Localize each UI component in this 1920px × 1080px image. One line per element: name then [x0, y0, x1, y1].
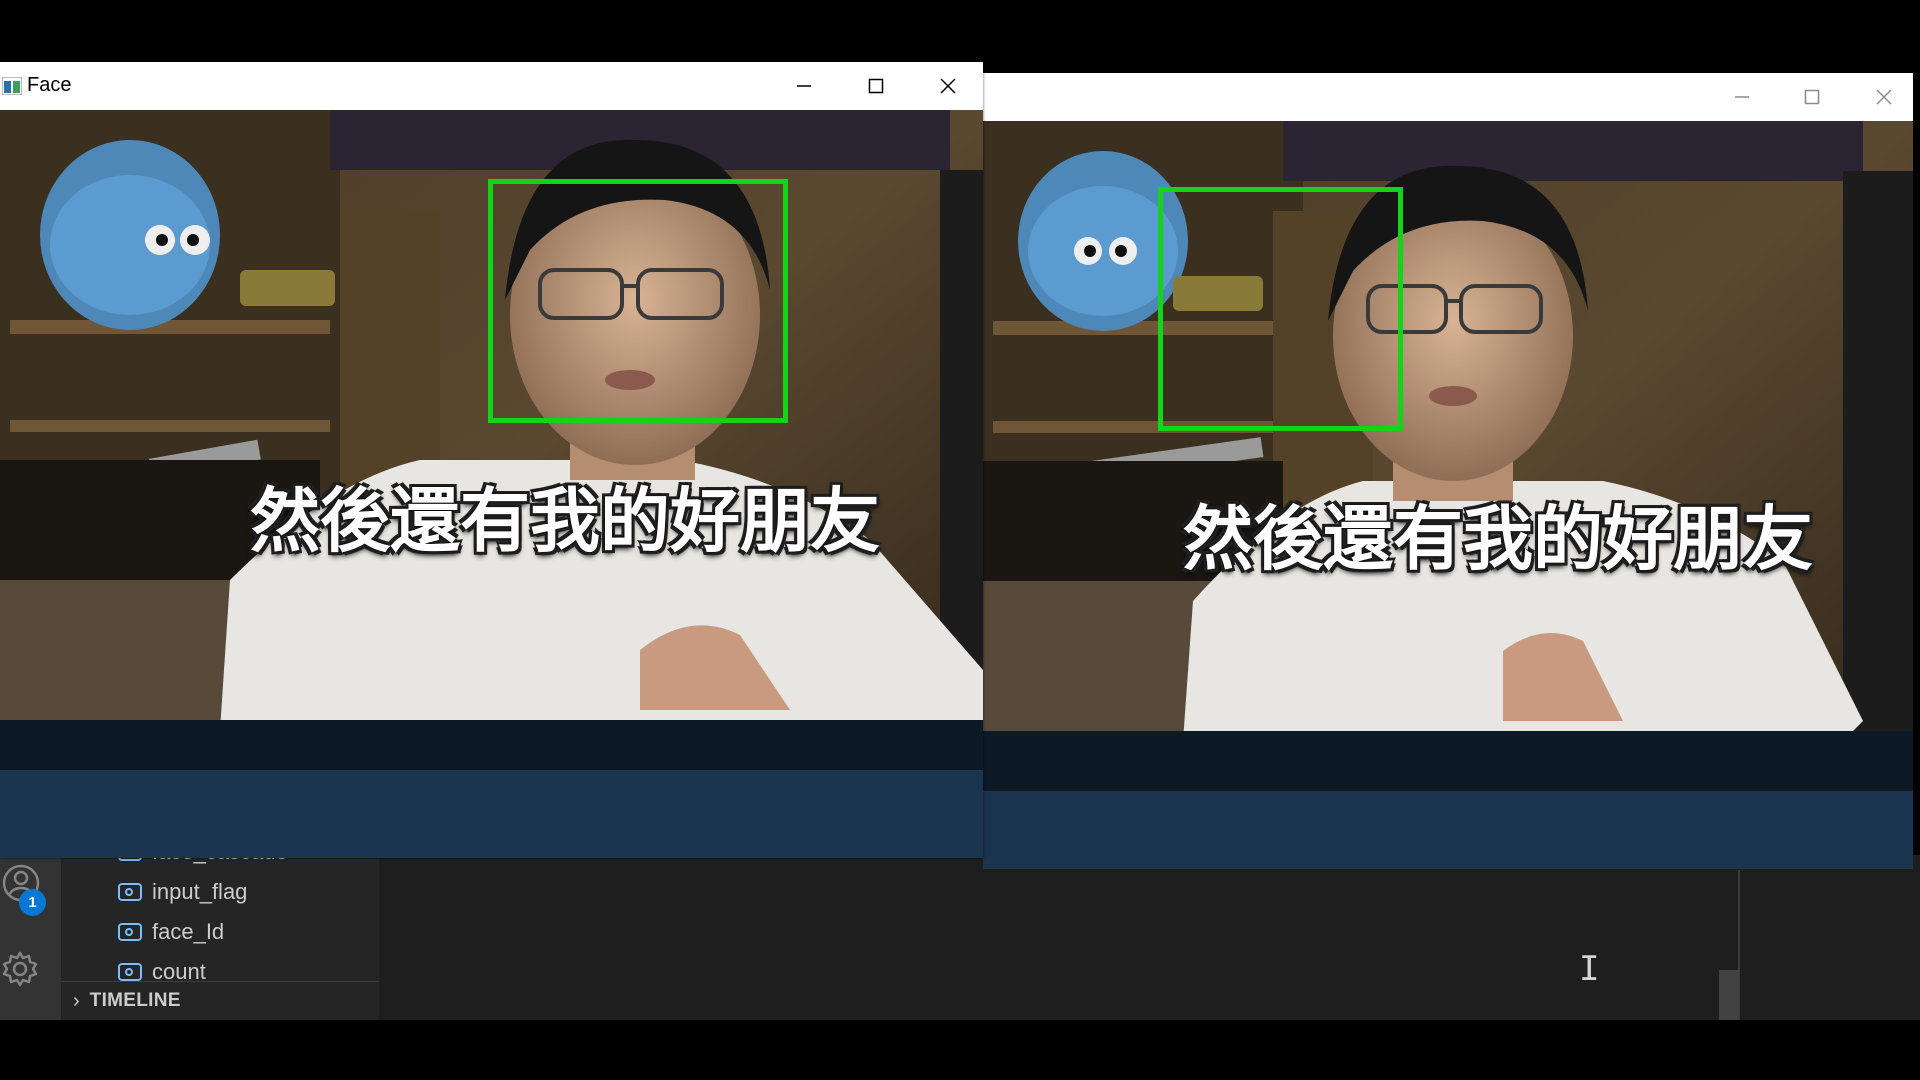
subtitle-container: 然後還有我的好朋友 — [983, 473, 1908, 593]
minimize-icon — [1735, 96, 1749, 98]
editor-area[interactable]: I — [379, 855, 1920, 1020]
outline-item-face-id[interactable]: face_Id — [118, 915, 224, 949]
face-detection-box — [488, 179, 788, 423]
maximize-button[interactable] — [841, 62, 911, 110]
variable-icon — [118, 883, 142, 901]
timeline-title: TIMELINE — [89, 990, 181, 1011]
close-icon — [940, 78, 956, 94]
editor-scrollbar[interactable] — [1719, 970, 1739, 1020]
variable-icon — [118, 963, 142, 981]
close-button[interactable] — [913, 62, 983, 110]
video-subtitle: 然後還有我的好朋友 — [250, 480, 880, 562]
opencv-window-icon — [2, 77, 22, 95]
close-button[interactable] — [1849, 73, 1919, 121]
maximize-icon — [1804, 89, 1820, 105]
close-icon — [1876, 89, 1892, 105]
window-titlebar[interactable]: Face — [0, 62, 983, 110]
window-titlebar[interactable] — [983, 73, 1913, 121]
video-frame: 然後還有我的好朋友 — [983, 121, 1913, 869]
window-title: Face — [27, 74, 72, 96]
video-subtitle: 然後還有我的好朋友 — [1183, 498, 1813, 580]
minimize-icon — [797, 85, 811, 87]
maximize-icon — [868, 78, 884, 94]
video-window-face: Face 然後還有我的好朋友 — [0, 62, 983, 858]
subtitle-container: 然後還有我的好朋友 — [0, 455, 983, 575]
video-window-right: 然後還有我的好朋友 — [983, 73, 1913, 869]
outline-panel: face_cascade input_flag face_Id count › … — [61, 855, 379, 1020]
outline-item-label: face_Id — [152, 919, 225, 944]
timeline-section-header[interactable]: › TIMELINE — [61, 981, 379, 1020]
variable-icon — [118, 923, 142, 941]
activity-bar: 1 — [0, 855, 61, 1020]
minimize-button[interactable] — [1707, 73, 1777, 121]
video-frame: 然後還有我的好朋友 — [0, 110, 983, 858]
gear-icon[interactable] — [0, 949, 40, 989]
outline-item-input-flag[interactable]: input_flag — [118, 875, 247, 909]
maximize-button[interactable] — [1777, 73, 1847, 121]
vscode-window: 1 face_cascade input_flag face_Id count … — [0, 855, 1920, 1020]
face-detection-box — [1158, 187, 1403, 431]
chevron-right-icon: › — [73, 989, 80, 1012]
accounts-badge: 1 — [19, 889, 46, 916]
minimize-button[interactable] — [769, 62, 839, 110]
text-cursor-icon: I — [1579, 949, 1600, 989]
outline-item-label: input_flag — [152, 879, 248, 904]
